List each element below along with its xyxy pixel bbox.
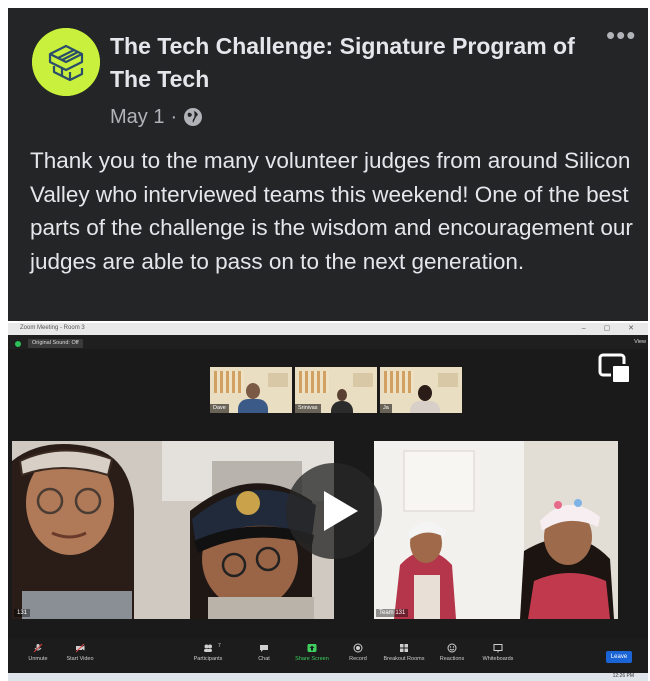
window-controls[interactable]: – ▢ ✕ bbox=[582, 324, 642, 332]
tile-name-label: Team 131 bbox=[376, 609, 409, 617]
windows-taskbar: 12:26 PM bbox=[8, 673, 648, 681]
post-date[interactable]: May 1 bbox=[110, 106, 164, 129]
whiteboards-button[interactable]: Whiteboards bbox=[470, 643, 526, 671]
facebook-post: The Tech Challenge: Signature Program of… bbox=[8, 8, 648, 321]
start-video-label: Start Video bbox=[66, 656, 94, 662]
participant-thumbnails: Dave Srinivas Ja bbox=[210, 367, 462, 413]
participant-name: Ja bbox=[380, 404, 392, 413]
post-body-text: Thank you to the many volunteer judges f… bbox=[30, 148, 633, 274]
video-feed-image bbox=[374, 441, 618, 619]
zoom-window-titlebar: Zoom Meeting - Room 3 – ▢ ✕ bbox=[8, 323, 648, 335]
participant-thumbnail[interactable]: Dave bbox=[210, 367, 292, 413]
breakout-rooms-icon bbox=[400, 644, 408, 652]
participant-name: Dave bbox=[210, 404, 229, 413]
chat-icon bbox=[260, 645, 268, 652]
leave-button[interactable]: Leave bbox=[606, 651, 632, 663]
page-name-link[interactable]: The Tech Challenge: Signature Program of… bbox=[110, 30, 590, 96]
taskbar-clock: 12:26 PM bbox=[612, 673, 634, 679]
security-shield-icon[interactable] bbox=[15, 341, 21, 347]
participant-thumbnail[interactable]: Ja bbox=[380, 367, 462, 413]
play-icon bbox=[324, 491, 358, 531]
participant-thumbnail[interactable]: Srinivas bbox=[295, 367, 377, 413]
participants-icon bbox=[204, 644, 212, 652]
video-camera-off-icon bbox=[75, 643, 85, 653]
page-avatar[interactable] bbox=[32, 28, 100, 96]
zoom-meeting-screenshot: Zoom Meeting - Room 3 – ▢ ✕ Original Sou… bbox=[8, 323, 648, 681]
meta-separator: · bbox=[170, 105, 178, 128]
zoom-toolbar: Unmute Start Video Participants 7 Chat S… bbox=[8, 639, 648, 673]
popout-icon[interactable] bbox=[598, 353, 632, 385]
participants-label: Participants bbox=[193, 656, 223, 662]
video-play-button[interactable] bbox=[286, 463, 382, 559]
tile-name-label: 131 bbox=[14, 609, 31, 617]
participants-button[interactable]: Participants bbox=[180, 643, 236, 671]
view-button[interactable]: View bbox=[634, 339, 646, 345]
whiteboards-label: Whiteboards bbox=[482, 656, 514, 662]
microphone-muted-icon bbox=[33, 643, 43, 653]
globe-icon bbox=[184, 108, 203, 126]
video-tile[interactable]: 131 bbox=[12, 441, 334, 619]
video-feed-image bbox=[12, 441, 334, 619]
reactions-icon bbox=[447, 643, 457, 653]
share-screen-icon bbox=[307, 644, 317, 652]
start-video-button[interactable]: Start Video bbox=[52, 643, 108, 671]
original-sound-toggle[interactable]: Original Sound: Off bbox=[28, 339, 83, 348]
participants-count: 7 bbox=[218, 643, 221, 649]
record-icon bbox=[353, 643, 363, 653]
zoom-top-bar: Original Sound: Off View bbox=[8, 335, 648, 349]
more-options-icon[interactable]: ••• bbox=[606, 22, 642, 50]
post-meta: May 1 · bbox=[110, 104, 203, 130]
video-tile[interactable]: Team 131 bbox=[374, 441, 618, 619]
tech-logo-icon bbox=[32, 28, 100, 96]
whiteboard-icon bbox=[493, 644, 503, 653]
zoom-window-title: Zoom Meeting - Room 3 bbox=[20, 325, 85, 331]
participant-name: Srinivas bbox=[295, 404, 321, 413]
